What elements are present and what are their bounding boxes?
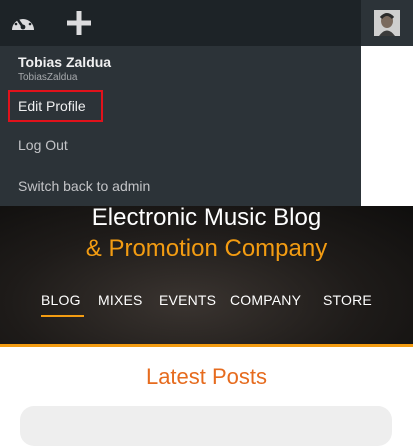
edit-profile-label: Edit Profile (18, 98, 86, 114)
section-title: Latest Posts (145, 364, 268, 389)
edit-profile-link[interactable]: Edit Profile (8, 90, 103, 122)
site-title: Electronic Music Blog (91, 204, 322, 231)
nav-company[interactable]: COMPANY (230, 292, 301, 308)
username: TobiasZaldua (18, 72, 78, 83)
nav-events[interactable]: EVENTS (159, 292, 216, 308)
display-name[interactable]: Tobias Zaldua (18, 54, 111, 70)
switch-back-link[interactable]: Switch back to admin (18, 178, 150, 194)
nav-store[interactable]: STORE (323, 292, 372, 308)
my-account-button[interactable] (361, 0, 413, 46)
log-out-link[interactable]: Log Out (18, 137, 68, 153)
active-nav-indicator (41, 315, 84, 317)
post-card[interactable] (20, 406, 392, 446)
avatar (374, 10, 400, 36)
account-dropdown: Tobias Zaldua TobiasZaldua Edit Profile … (0, 46, 361, 206)
dashboard-icon[interactable] (0, 0, 46, 46)
nav-blog[interactable]: BLOG (41, 292, 81, 308)
hero-banner: Electronic Music Blog & Promotion Compan… (0, 204, 413, 344)
nav-mixes[interactable]: MIXES (98, 292, 143, 308)
site-tagline: & Promotion Company (85, 235, 328, 262)
divider (0, 344, 413, 347)
admin-bar (0, 0, 413, 46)
plus-icon[interactable] (56, 0, 102, 46)
